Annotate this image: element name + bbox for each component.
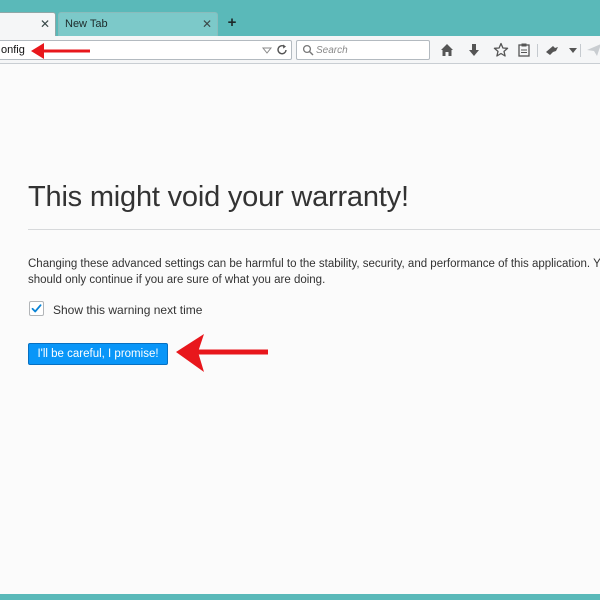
warning-line: Changing these advanced settings can be … [28,258,600,270]
download-icon[interactable] [466,42,482,58]
title-divider [28,229,600,230]
url-bar[interactable]: onfig [0,40,292,60]
close-tab-icon[interactable]: ✕ [38,17,52,31]
checkmark-icon [31,304,42,313]
extension-icon[interactable] [544,42,560,58]
window-bottom-border [0,594,600,600]
chevron-down-icon[interactable] [565,42,581,58]
bookmark-star-icon[interactable] [493,42,509,58]
tab-strip: ✕ New Tab ✕ + [0,12,600,36]
url-text[interactable]: onfig [1,44,25,56]
reading-list-icon[interactable] [516,42,532,58]
show-warning-checkbox[interactable] [29,301,44,316]
close-tab-icon[interactable]: ✕ [200,17,214,31]
tab-new-tab[interactable]: New Tab ✕ [58,12,218,36]
dropdown-triangle-icon[interactable] [261,43,273,57]
checkbox-label[interactable]: Show this warning next time [53,303,202,317]
accept-risk-button[interactable]: I'll be careful, I promise! [28,343,168,365]
warning-message: Changing these advanced settings can be … [28,256,600,288]
reload-icon[interactable] [275,43,289,57]
tab-label: New Tab [65,18,108,30]
new-tab-plus-icon[interactable]: + [224,15,240,31]
send-icon[interactable] [586,42,600,58]
toolbar-separator [537,44,538,57]
home-icon[interactable] [439,42,455,58]
warning-line: should only continue if you are sure of … [28,274,326,286]
page-title: This might void your warranty! [28,181,409,213]
search-input[interactable] [316,43,424,57]
tab-active[interactable]: ✕ [0,12,56,36]
toolbar-separator [580,44,581,57]
search-bar[interactable] [296,40,430,60]
browser-window: ✕ New Tab ✕ + onfig Search This might vo… [0,0,600,600]
search-icon [302,44,314,56]
page-content: This might void your warranty! Changing … [0,64,600,594]
navigation-bar: onfig [0,36,600,64]
